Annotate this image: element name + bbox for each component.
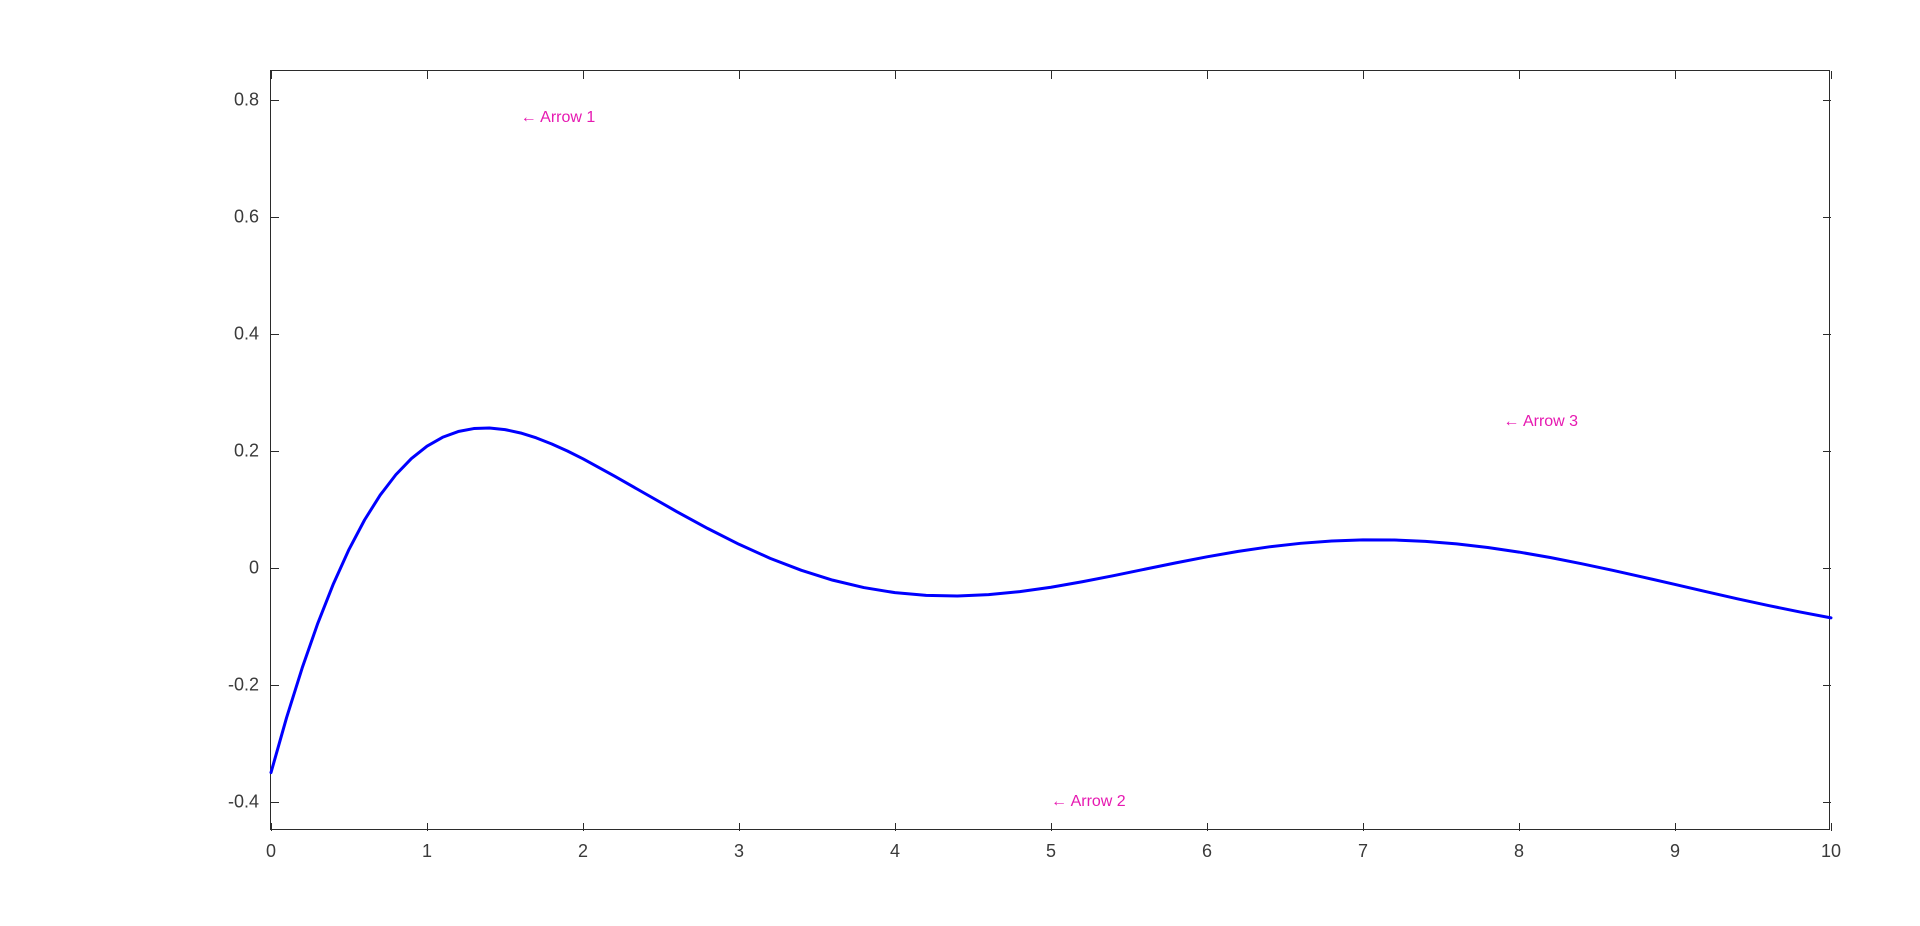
y-tick-mark <box>1823 334 1831 335</box>
x-tick-mark <box>739 823 740 831</box>
x-tick-mark <box>1675 823 1676 831</box>
x-tick-mark <box>1831 823 1832 831</box>
x-tick-mark <box>895 71 896 79</box>
x-tick-mark <box>271 71 272 79</box>
line-series <box>271 71 1831 831</box>
x-tick-label: 3 <box>734 841 744 862</box>
y-tick-mark <box>1823 100 1831 101</box>
x-tick-mark <box>1207 823 1208 831</box>
y-tick-mark <box>1823 685 1831 686</box>
y-tick-mark <box>271 802 279 803</box>
y-tick-label: 0.6 <box>234 207 259 228</box>
x-tick-mark <box>739 71 740 79</box>
x-tick-label: 10 <box>1821 841 1841 862</box>
y-tick-mark <box>271 568 279 569</box>
x-tick-label: 8 <box>1514 841 1524 862</box>
y-tick-mark <box>1823 217 1831 218</box>
y-tick-mark <box>271 217 279 218</box>
x-tick-mark <box>895 823 896 831</box>
x-tick-label: 1 <box>422 841 432 862</box>
y-tick-mark <box>1823 451 1831 452</box>
x-tick-mark <box>427 71 428 79</box>
x-tick-mark <box>583 823 584 831</box>
y-tick-label: 0 <box>249 557 259 578</box>
y-tick-mark <box>1823 568 1831 569</box>
x-tick-mark <box>1519 71 1520 79</box>
x-tick-label: 5 <box>1046 841 1056 862</box>
x-tick-label: 7 <box>1358 841 1368 862</box>
y-tick-label: 0.2 <box>234 441 259 462</box>
x-tick-mark <box>1519 823 1520 831</box>
figure: -0.4-0.200.20.40.60.8012345678910← Arrow… <box>0 0 1920 926</box>
y-tick-label: 0.8 <box>234 90 259 111</box>
y-tick-mark <box>1823 802 1831 803</box>
x-tick-label: 6 <box>1202 841 1212 862</box>
y-tick-label: 0.4 <box>234 324 259 345</box>
y-tick-mark <box>271 100 279 101</box>
y-tick-mark <box>271 334 279 335</box>
x-tick-mark <box>1675 71 1676 79</box>
x-tick-label: 0 <box>266 841 276 862</box>
x-tick-mark <box>1051 823 1052 831</box>
x-tick-mark <box>271 823 272 831</box>
x-tick-label: 9 <box>1670 841 1680 862</box>
y-tick-label: -0.2 <box>228 674 259 695</box>
x-tick-label: 2 <box>578 841 588 862</box>
y-tick-label: -0.4 <box>228 791 259 812</box>
series-line <box>271 428 1831 773</box>
y-tick-mark <box>271 685 279 686</box>
axes[interactable]: -0.4-0.200.20.40.60.8012345678910← Arrow… <box>270 70 1830 830</box>
y-tick-mark <box>271 451 279 452</box>
x-tick-label: 4 <box>890 841 900 862</box>
x-tick-mark <box>583 71 584 79</box>
x-tick-mark <box>1363 71 1364 79</box>
x-tick-mark <box>427 823 428 831</box>
x-tick-mark <box>1363 823 1364 831</box>
x-tick-mark <box>1831 71 1832 79</box>
x-tick-mark <box>1051 71 1052 79</box>
x-tick-mark <box>1207 71 1208 79</box>
